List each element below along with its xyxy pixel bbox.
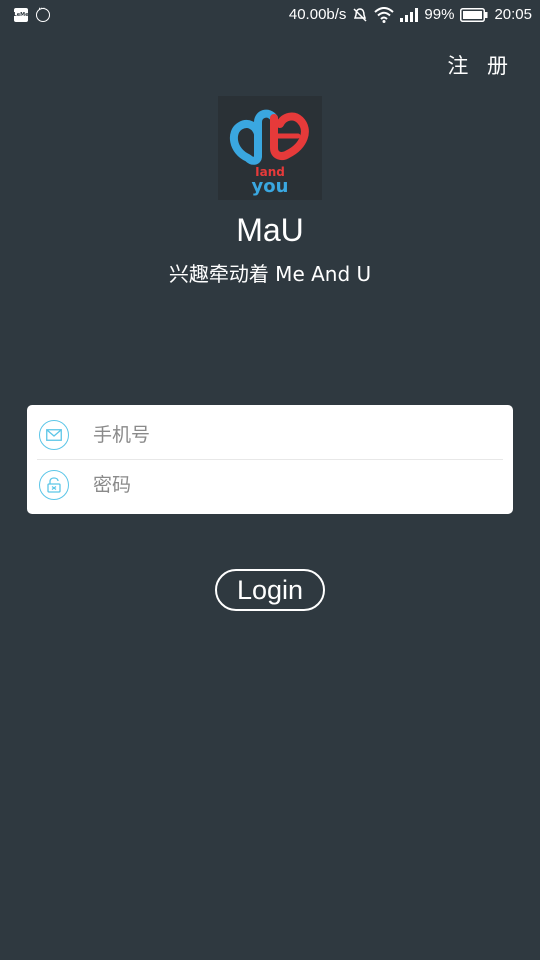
phone-field [27,408,513,462]
lock-icon [39,470,69,500]
app-slogan: 兴趣牵动着 Me And U [168,262,372,286]
status-bar-left: LeMe [14,4,50,22]
battery-percent: 99% [424,6,455,23]
signal-icon [400,7,419,22]
phone-input[interactable] [91,414,495,456]
mail-icon [39,420,69,450]
app-name: MaU [236,212,304,248]
mute-icon [352,7,368,23]
app-logo: Iand you [218,96,322,200]
password-field [27,458,513,512]
battery-icon [460,7,488,22]
status-bar-right: 40.00b/s 99% 20:05 [289,6,532,23]
message-icon [36,4,50,22]
wifi-icon [374,6,395,23]
clock: 20:05 [494,6,532,23]
password-input[interactable] [91,464,495,506]
logo-text-bottom: you [252,176,289,197]
status-bar: LeMe 40.00b/s 99% [0,0,540,34]
register-button[interactable]: 注 册 [447,50,514,80]
login-form [27,405,513,514]
network-speed: 40.00b/s [288,6,347,23]
login-button[interactable]: Login [215,569,325,611]
letv-icon: LeMe [14,8,28,22]
